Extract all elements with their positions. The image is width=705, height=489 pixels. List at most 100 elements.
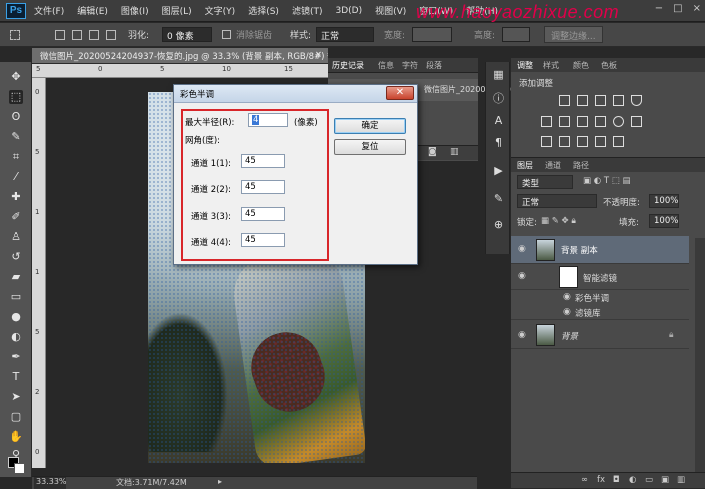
group-icon[interactable]: ▭	[645, 475, 653, 485]
blend-mode-select[interactable]: 正常	[517, 194, 597, 208]
style-select[interactable]: 正常	[316, 27, 374, 42]
blur-tool-icon[interactable]: ●	[9, 310, 23, 324]
dodge-tool-icon[interactable]: ◐	[9, 330, 23, 344]
gradient-tool-icon[interactable]: ▭	[9, 290, 23, 304]
channel-2-input[interactable]: 45	[241, 180, 285, 194]
layer-row-background-copy[interactable]: ◉ 背景 副本	[511, 236, 689, 264]
color-balance-icon[interactable]	[559, 116, 570, 127]
healing-brush-icon[interactable]: ✚	[9, 190, 23, 204]
fx-icon[interactable]: fx	[597, 475, 605, 485]
filter-row-filter-gallery[interactable]: ◉ 滤镜库	[511, 305, 689, 320]
chevron-right-icon[interactable]: ▸	[218, 477, 222, 486]
tab-channels[interactable]: 通道	[545, 160, 561, 171]
character-icon[interactable]: A	[492, 114, 505, 127]
hue-saturation-icon[interactable]	[541, 116, 552, 127]
histogram-icon[interactable]: ▦	[492, 68, 505, 81]
dialog-close-button[interactable]: ✕	[386, 86, 414, 100]
menu-edit[interactable]: 编辑(E)	[77, 4, 108, 17]
lock-icons[interactable]: ▦ ✎ ✥ 🔒︎	[541, 216, 576, 226]
link-layers-icon[interactable]: ∞	[581, 475, 588, 485]
tab-history[interactable]: 历史记录	[332, 60, 364, 71]
tab-swatches[interactable]: 色板	[601, 60, 617, 71]
eye-icon[interactable]: ◉	[563, 307, 571, 317]
channel-1-input[interactable]: 45	[241, 154, 285, 168]
black-white-icon[interactable]	[577, 116, 588, 127]
channel-3-input[interactable]: 45	[241, 207, 285, 221]
intersect-selection-icon[interactable]	[106, 30, 116, 40]
eye-icon[interactable]: ◉	[518, 244, 526, 254]
width-input[interactable]	[412, 27, 452, 42]
eyedropper-icon[interactable]: ⁄	[9, 170, 23, 184]
clone-stamp-icon[interactable]: ♙	[9, 230, 23, 244]
document-tab[interactable]: 微信图片_20200524204937-恢复的.jpg @ 33.3% (背景 …	[32, 48, 328, 64]
tab-styles[interactable]: 样式	[543, 60, 559, 71]
shape-tool-icon[interactable]: ▢	[9, 410, 23, 424]
menu-select[interactable]: 选择(S)	[248, 4, 279, 17]
menu-3d[interactable]: 3D(D)	[335, 6, 362, 16]
levels-icon[interactable]	[577, 95, 588, 106]
adjustment-layer-icon[interactable]: ◐	[629, 475, 636, 485]
filter-row-color-halftone[interactable]: ◉ 彩色半调	[511, 290, 689, 305]
brush-tool-icon[interactable]: ✐	[9, 210, 23, 224]
move-tool-icon[interactable]: ✥	[9, 70, 23, 84]
info-icon[interactable]: ⓘ	[492, 92, 505, 105]
add-selection-icon[interactable]	[72, 30, 82, 40]
tab-character[interactable]: 字符	[402, 60, 418, 71]
crop-tool-icon[interactable]: ⌗	[9, 150, 23, 164]
layer-row-background[interactable]: ◉ 背景 🔒︎	[511, 321, 689, 349]
background-color-swatch[interactable]	[14, 463, 25, 474]
posterize-icon[interactable]	[559, 136, 570, 147]
brightness-icon[interactable]	[559, 95, 570, 106]
minimize-icon[interactable]: −	[655, 3, 663, 14]
pen-tool-icon[interactable]: ✒	[9, 350, 23, 364]
menu-image[interactable]: 图像(I)	[121, 4, 149, 17]
ok-button[interactable]: 确定	[334, 118, 406, 134]
tab-paths[interactable]: 路径	[573, 160, 589, 171]
hand-tool-icon[interactable]: ✋	[9, 430, 23, 444]
height-input[interactable]	[502, 27, 530, 42]
tab-layers[interactable]: 图层	[517, 160, 533, 171]
feather-input[interactable]: 0 像素	[162, 27, 212, 42]
eraser-tool-icon[interactable]: ▰	[9, 270, 23, 284]
close-tab-icon[interactable]: ×	[315, 50, 322, 60]
tab-color[interactable]: 颜色	[573, 60, 589, 71]
lasso-tool-icon[interactable]: ʘ	[9, 110, 23, 124]
paragraph-icon[interactable]: ¶	[492, 136, 505, 149]
selective-color-icon[interactable]	[613, 136, 624, 147]
rectangular-marquee-icon[interactable]: ⬚	[9, 90, 23, 104]
trash-icon[interactable]: ▥	[450, 147, 459, 157]
clone-source-icon[interactable]: ⊕	[492, 218, 505, 231]
max-radius-input[interactable]: 4	[248, 113, 288, 127]
layers-scrollbar[interactable]	[695, 238, 705, 472]
type-tool-icon[interactable]: T	[9, 370, 23, 384]
layer-filter-select[interactable]: 类型	[517, 175, 573, 189]
actions-icon[interactable]: ▶	[492, 164, 505, 177]
marquee-tool-icon[interactable]	[10, 30, 20, 40]
threshold-icon[interactable]	[577, 136, 588, 147]
brush-preset-icon[interactable]: ✎	[492, 192, 505, 205]
tab-adjustments[interactable]: 调整	[517, 60, 533, 71]
channel-mixer-icon[interactable]	[613, 116, 624, 127]
tab-info[interactable]: 信息	[378, 60, 394, 71]
eye-icon[interactable]: ◉	[518, 271, 526, 281]
new-selection-icon[interactable]	[55, 30, 65, 40]
subtract-selection-icon[interactable]	[89, 30, 99, 40]
camera-icon[interactable]: ◙	[428, 147, 437, 157]
filter-pixel-icon[interactable]: ▣ ◐ T ⬚ ▤	[583, 176, 631, 186]
menu-view[interactable]: 视图(V)	[375, 4, 406, 17]
curves-icon[interactable]	[595, 95, 606, 106]
color-lookup-icon[interactable]	[631, 116, 642, 127]
eye-icon[interactable]: ◉	[518, 330, 526, 340]
quick-selection-icon[interactable]: ✎	[9, 130, 23, 144]
fill-input[interactable]: 100%	[649, 214, 679, 228]
history-brush-icon[interactable]: ↺	[9, 250, 23, 264]
eye-icon[interactable]: ◉	[563, 292, 571, 302]
channel-4-input[interactable]: 45	[241, 233, 285, 247]
maximize-icon[interactable]: □	[673, 3, 682, 14]
close-icon[interactable]: ×	[693, 3, 701, 14]
menu-filter[interactable]: 滤镜(T)	[292, 4, 323, 17]
invert-icon[interactable]	[541, 136, 552, 147]
tab-paragraph[interactable]: 段落	[426, 60, 442, 71]
mask-icon[interactable]: ◘	[613, 475, 620, 485]
exposure-icon[interactable]	[613, 95, 624, 106]
